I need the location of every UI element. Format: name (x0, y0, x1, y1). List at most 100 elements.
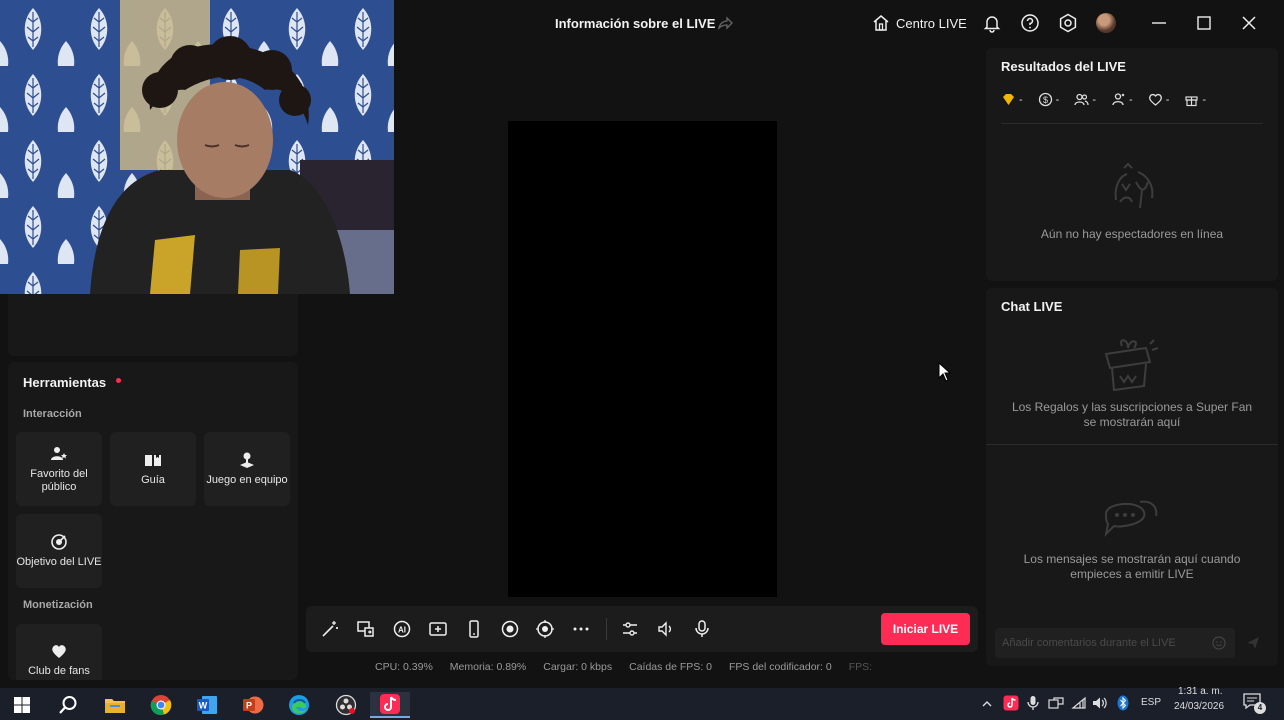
settings-icon[interactable] (1058, 13, 1078, 33)
new-followers-icon (1112, 93, 1125, 106)
camera-focus-icon[interactable] (535, 619, 555, 639)
upload-stat: Cargar: 0 kbps (543, 661, 613, 673)
tiktok-live-studio-icon (380, 694, 400, 714)
taskbar-tiktok-live-studio[interactable] (370, 692, 410, 718)
tool-label: Objetivo del LIVE (16, 556, 102, 568)
live-chat-panel: Chat LIVE Los Regalos y las suscripcione… (986, 288, 1278, 666)
settings-sliders-icon[interactable] (620, 619, 640, 639)
live-preview-canvas[interactable] (508, 121, 777, 597)
left-top-card (8, 294, 298, 356)
live-studio-window: Información sobre el LIVE Centro LIVE He… (0, 0, 1284, 688)
fan-club-icon (52, 645, 66, 658)
close-icon[interactable] (1239, 13, 1259, 33)
message-bubbles-illustration (1104, 500, 1158, 538)
gift-box-illustration (1104, 339, 1159, 392)
obs-icon (335, 694, 357, 716)
chat-comment-input[interactable] (995, 628, 1235, 658)
tray-network-icon[interactable] (1048, 696, 1064, 710)
send-icon[interactable] (1246, 636, 1260, 650)
tray-wifi-icon[interactable] (1071, 696, 1087, 710)
taskbar-chrome[interactable] (141, 692, 181, 718)
results-divider (1001, 123, 1263, 124)
magic-wand-icon[interactable] (320, 619, 340, 639)
tool-team-game[interactable]: Juego en equipo (204, 432, 290, 506)
tools-panel: Herramientas Interacción Favorito del pú… (8, 362, 298, 680)
tray-bluetooth-icon[interactable] (1117, 695, 1129, 711)
windows-taskbar: W P ESP 1:31 a. m. 24/03/2026 4 (0, 686, 1284, 720)
tray-volume-icon[interactable] (1092, 696, 1108, 710)
centro-live-label: Centro LIVE (896, 15, 967, 31)
edge-icon (289, 695, 309, 715)
monetization-label: Monetización (23, 599, 93, 611)
share-icon[interactable] (716, 14, 734, 32)
maximize-icon[interactable] (1194, 13, 1214, 33)
chrome-icon (150, 695, 172, 716)
viewers-metric[interactable]: - (1074, 92, 1096, 107)
tool-fan-club[interactable]: Club de fans (16, 624, 102, 680)
results-metrics: - $ - - - - - (1001, 92, 1206, 107)
taskbar-search[interactable] (48, 692, 88, 718)
ai-effect-icon[interactable]: AI (392, 619, 412, 639)
tray-microphone-icon[interactable] (1026, 695, 1040, 711)
record-icon[interactable] (500, 619, 520, 639)
diamond-icon (1003, 94, 1014, 105)
svg-text:$: $ (1043, 95, 1048, 105)
audience-favorite-icon (51, 446, 67, 460)
taskbar-obs[interactable] (326, 692, 366, 718)
more-icon[interactable] (571, 619, 591, 639)
minimize-icon[interactable] (1149, 13, 1169, 33)
tool-label: Club de fans (28, 665, 90, 677)
messages-placeholder-text: Los mensajes se mostrarán aquí cuando em… (1023, 552, 1241, 581)
start-button[interactable] (2, 692, 42, 718)
team-game-icon (240, 452, 254, 468)
avatar[interactable] (1096, 13, 1116, 33)
fps-stat: FPS: (848, 661, 873, 673)
metric-value: - (1019, 93, 1023, 106)
tool-audience-favorite[interactable]: Favorito del público (16, 432, 102, 506)
home-icon (873, 15, 889, 31)
start-live-button[interactable]: Iniciar LIVE (881, 613, 970, 645)
phone-icon[interactable] (464, 619, 484, 639)
tray-date[interactable]: 24/03/2026 (1174, 701, 1224, 712)
viewers-icon (1074, 93, 1089, 106)
centro-live-button[interactable]: Centro LIVE (872, 12, 967, 34)
taskbar-file-explorer[interactable] (95, 692, 135, 718)
cpu-stat: CPU: 0.39% (375, 661, 433, 673)
tray-chevron-up-icon[interactable] (981, 698, 993, 710)
gifts-metric[interactable]: - (1184, 92, 1206, 107)
tray-tiktok-icon[interactable] (1003, 695, 1019, 711)
tray-time[interactable]: 1:31 a. m. (1178, 686, 1222, 697)
metric-value: - (1165, 93, 1170, 106)
gift-icon (1185, 96, 1198, 107)
tool-guide[interactable]: Guía (110, 432, 196, 506)
performance-stats: CPU: 0.39% Memoria: 0.89% Cargar: 0 kbps… (375, 661, 889, 673)
search-icon (59, 696, 77, 714)
tray-language[interactable]: ESP (1141, 697, 1161, 708)
diamonds-metric[interactable]: - (1001, 92, 1023, 107)
screen-share-icon[interactable] (356, 619, 376, 639)
coins-metric[interactable]: $ - (1038, 92, 1059, 107)
webcam-image (0, 0, 394, 294)
volume-icon[interactable] (656, 619, 676, 639)
notification-center-button[interactable]: 4 (1242, 692, 1266, 714)
tool-live-goal[interactable]: Objetivo del LIVE (16, 514, 102, 588)
live-results-panel: Resultados del LIVE - $ - - - - - Aún no… (986, 48, 1278, 281)
help-icon[interactable] (1020, 13, 1040, 33)
taskbar-edge[interactable] (279, 692, 319, 718)
taskbar-word[interactable]: W (187, 692, 227, 718)
likes-metric[interactable]: - (1148, 92, 1170, 107)
microphone-icon[interactable] (692, 619, 712, 639)
add-source-icon[interactable] (428, 619, 448, 639)
emoji-icon[interactable] (1212, 636, 1226, 650)
new-indicator-dot (116, 378, 121, 383)
empty-viewers-illustration (1114, 162, 1154, 209)
taskbar-powerpoint[interactable]: P (233, 692, 273, 718)
memory-stat: Memoria: 0.89% (449, 661, 527, 673)
bell-icon[interactable] (982, 13, 1002, 33)
windows-start-icon (14, 697, 30, 713)
chat-title: Chat LIVE (1001, 299, 1063, 314)
followers-metric[interactable]: - (1111, 92, 1133, 107)
control-bar: AI Iniciar LIVE (306, 606, 978, 652)
chat-divider (986, 444, 1278, 445)
metric-value: - (1202, 93, 1207, 106)
